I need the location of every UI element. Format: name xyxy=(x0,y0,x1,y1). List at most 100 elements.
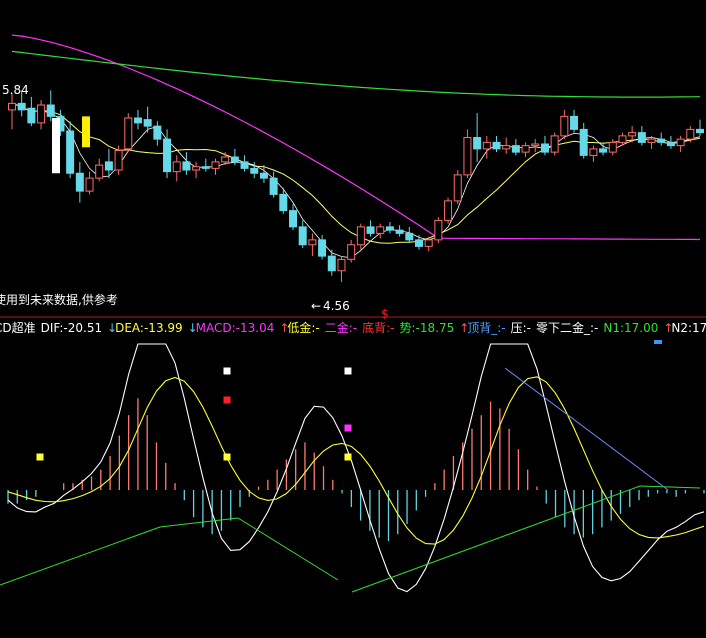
signal-square xyxy=(36,453,44,461)
low-price-label: 4.56 xyxy=(323,299,350,313)
legend-item: 低金:- xyxy=(287,320,319,335)
low-arrow: ← xyxy=(311,299,321,313)
candle[interactable] xyxy=(540,143,549,153)
candle[interactable] xyxy=(163,138,172,173)
candle[interactable] xyxy=(17,102,26,111)
candle[interactable] xyxy=(95,164,104,179)
signal-square xyxy=(344,453,352,461)
candle[interactable] xyxy=(579,128,588,156)
candle[interactable] xyxy=(75,172,84,192)
candle[interactable] xyxy=(104,161,113,171)
candle[interactable] xyxy=(618,135,627,143)
warning-text: 使用到未来数据,供参考 xyxy=(0,292,118,307)
signal-square xyxy=(223,453,231,461)
candle[interactable] xyxy=(347,244,356,260)
candle[interactable] xyxy=(666,141,675,147)
signal-marker: $ xyxy=(381,307,389,321)
candle[interactable] xyxy=(492,141,501,150)
candle[interactable] xyxy=(201,166,210,169)
candle[interactable] xyxy=(269,177,278,195)
candle[interactable] xyxy=(385,226,394,231)
candle[interactable] xyxy=(46,104,55,117)
legend-scroll-indicator[interactable] xyxy=(654,340,662,344)
candle[interactable] xyxy=(192,166,201,171)
candle[interactable] xyxy=(182,161,191,171)
legend-item: CD超准 xyxy=(0,320,36,335)
candle[interactable] xyxy=(628,132,637,137)
candle[interactable] xyxy=(8,102,16,111)
legend-item: 零下二金_:- xyxy=(536,320,598,335)
candle[interactable] xyxy=(473,137,482,150)
candle[interactable] xyxy=(289,210,298,228)
candle[interactable] xyxy=(221,156,230,163)
highlight-bar-yellow xyxy=(82,116,90,148)
candle[interactable] xyxy=(511,145,520,153)
candle[interactable] xyxy=(686,128,695,140)
candle[interactable] xyxy=(589,148,598,156)
candle[interactable] xyxy=(521,145,530,153)
candle[interactable] xyxy=(414,239,423,247)
candle[interactable] xyxy=(250,167,259,174)
candle[interactable] xyxy=(676,138,685,147)
candle[interactable] xyxy=(395,229,404,234)
signal-square xyxy=(223,367,231,375)
legend-item: 势:-18.75 xyxy=(399,321,454,335)
candle[interactable] xyxy=(657,138,666,143)
candle[interactable] xyxy=(453,174,462,202)
candle[interactable] xyxy=(444,200,453,221)
signal-square xyxy=(223,396,231,404)
candle[interactable] xyxy=(240,161,249,169)
candle[interactable] xyxy=(405,232,414,241)
candle[interactable] xyxy=(27,107,36,124)
legend-item: 底背:- xyxy=(362,320,394,335)
candle[interactable] xyxy=(318,239,327,257)
candle[interactable] xyxy=(124,117,133,150)
legend-item: MACD:-13.04 xyxy=(196,321,275,335)
signal-square xyxy=(344,424,352,432)
candle[interactable] xyxy=(153,125,162,140)
price-label: 5.84 xyxy=(2,83,29,97)
candle[interactable] xyxy=(259,172,268,179)
candle[interactable] xyxy=(356,226,365,246)
candle[interactable] xyxy=(376,226,385,234)
legend-item: DIF:-20.51 xyxy=(41,321,102,335)
candle[interactable] xyxy=(560,115,569,137)
candle[interactable] xyxy=(85,177,94,192)
legend-item: N2:17.00 xyxy=(671,321,706,335)
candle[interactable] xyxy=(531,143,540,147)
candle[interactable] xyxy=(502,145,511,150)
candle[interactable] xyxy=(570,115,579,130)
candle[interactable] xyxy=(133,117,142,124)
candle[interactable] xyxy=(647,138,656,143)
candle[interactable] xyxy=(308,239,317,246)
candle[interactable] xyxy=(230,156,239,163)
candle[interactable] xyxy=(696,128,704,134)
candle[interactable] xyxy=(637,132,646,143)
stock-chart: 5.84 使用到未来数据,供参考 ← 4.56 $ CD超准 DIF:-20.51… xyxy=(0,0,706,638)
candle[interactable] xyxy=(66,130,75,174)
candle[interactable] xyxy=(279,193,288,212)
candle[interactable] xyxy=(463,137,472,176)
legend-item: DEA:-13.99 xyxy=(115,321,183,335)
candle[interactable] xyxy=(434,219,443,241)
candle[interactable] xyxy=(211,161,220,169)
highlight-bar-white xyxy=(52,118,60,174)
candle[interactable] xyxy=(172,161,181,173)
candle[interactable] xyxy=(424,239,433,247)
legend-item: 顶背_:- xyxy=(467,321,505,335)
candle[interactable] xyxy=(482,141,491,150)
candle[interactable] xyxy=(366,226,375,234)
candle[interactable] xyxy=(599,148,608,153)
legend-item: 二金:- xyxy=(325,320,357,335)
candle[interactable] xyxy=(337,258,346,272)
candle[interactable] xyxy=(550,135,559,153)
candle[interactable] xyxy=(114,150,123,171)
legend-item: 压:- xyxy=(511,321,531,335)
signal-square xyxy=(344,367,352,375)
candle[interactable] xyxy=(143,119,152,127)
candle[interactable] xyxy=(608,141,617,153)
chart-background xyxy=(0,0,706,638)
candle[interactable] xyxy=(298,226,307,246)
candle[interactable] xyxy=(327,255,336,272)
candle[interactable] xyxy=(37,104,46,124)
